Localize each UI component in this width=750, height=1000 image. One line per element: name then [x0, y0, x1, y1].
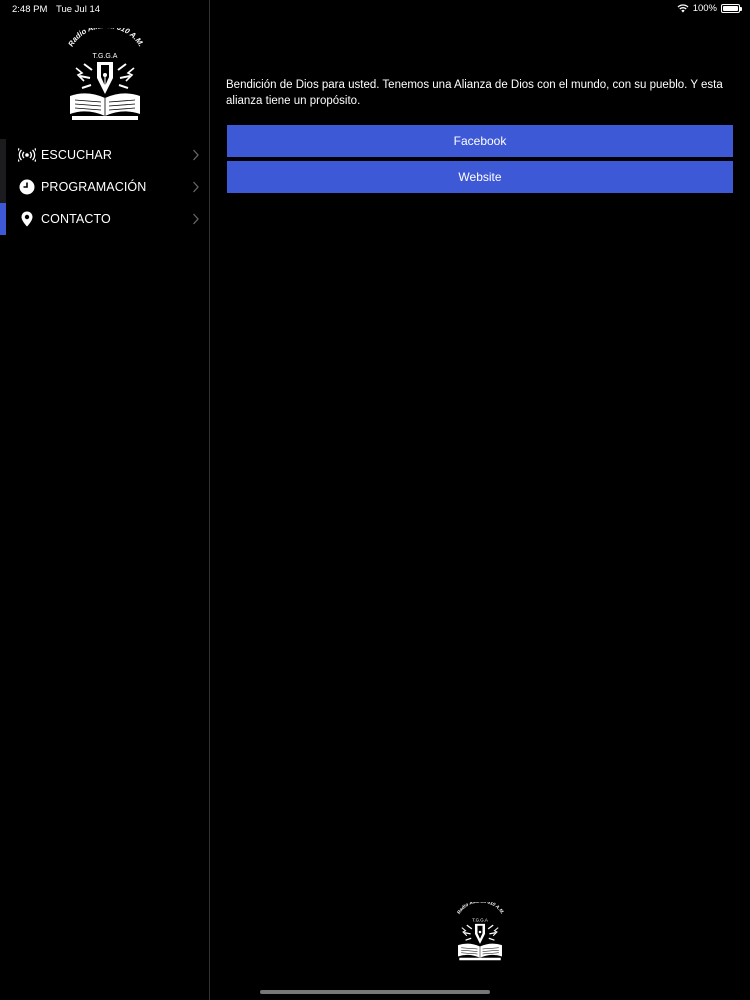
status-date: Tue Jul 14 — [56, 4, 101, 15]
svg-text:T.G.G.A: T.G.G.A — [93, 53, 118, 60]
facebook-button[interactable]: Facebook — [227, 125, 733, 157]
svg-text:Radio Alianza 610 A.M.: Radio Alianza 610 A.M. — [66, 28, 146, 48]
battery-percent: 100% — [692, 3, 717, 14]
selection-indicator — [0, 171, 6, 203]
home-indicator[interactable] — [260, 990, 490, 994]
sidebar-item-label: ESCUCHAR — [41, 148, 112, 162]
status-indicators: 100% — [677, 3, 742, 14]
broadcast-icon — [18, 147, 36, 163]
chevron-right-icon — [192, 180, 200, 194]
status-time: 2:48 PM — [12, 4, 48, 15]
svg-text:T.G.G.A: T.G.G.A — [472, 917, 488, 922]
chevron-right-icon — [192, 212, 200, 226]
sidebar-item-label: CONTACTO — [41, 212, 111, 226]
selection-indicator — [0, 139, 6, 171]
chevron-right-icon — [192, 148, 200, 162]
sidebar-item-contacto[interactable]: CONTACTO — [0, 203, 210, 235]
website-button[interactable]: Website — [227, 161, 733, 193]
contact-content: Bendición de Dios para usted. Tenemos un… — [211, 0, 750, 1000]
selection-indicator — [0, 203, 6, 235]
status-bar: 2:48 PM Tue Jul 14 100% — [0, 0, 750, 18]
sidebar-item-programacion[interactable]: PROGRAMACIÓN — [0, 171, 210, 203]
svg-text:Radio Alianza 610 A.M.: Radio Alianza 610 A.M. — [456, 902, 505, 915]
location-pin-icon — [18, 211, 36, 227]
wifi-icon — [677, 4, 689, 13]
clock-icon — [18, 179, 36, 195]
sidebar-item-escuchar[interactable]: ESCUCHAR — [0, 139, 210, 171]
footer-logo: Radio Alianza 610 A.M. T.G.G.A — [453, 902, 507, 962]
intro-text: Bendición de Dios para usted. Tenemos un… — [226, 79, 723, 107]
battery-icon — [721, 4, 742, 13]
sidebar: Radio Alianza 610 A.M. T.G.G.A — [0, 0, 210, 1000]
sidebar-menu: ESCUCHAR PROGRAMACIÓN CONTACTO — [0, 139, 210, 235]
sidebar-item-label: PROGRAMACIÓN — [41, 180, 147, 194]
radio-alianza-logo: Radio Alianza 610 A.M. T.G.G.A — [62, 28, 148, 122]
app-screen: Radio Alianza 610 A.M. T.G.G.A — [0, 0, 750, 1000]
